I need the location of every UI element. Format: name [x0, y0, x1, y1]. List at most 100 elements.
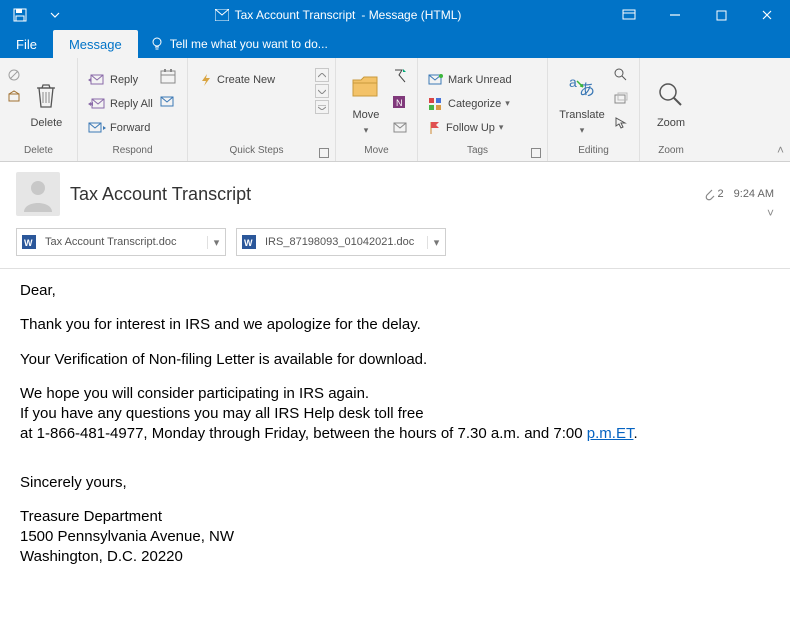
body-sig2: 1500 Pennsylvania Avenue, NW [20, 527, 770, 547]
svg-text:W: W [244, 238, 253, 248]
window-title-type: - Message (HTML) [361, 8, 461, 22]
group-label-editing: Editing [554, 143, 633, 159]
translate-icon: aあ [567, 73, 597, 101]
attachment-item[interactable]: W Tax Account Transcript.doc ▾ [16, 228, 226, 256]
ignore-icon[interactable] [7, 68, 21, 82]
forward-label: Forward [110, 122, 150, 134]
message-time: 9:24 AM [734, 188, 774, 200]
chevron-down-icon [50, 10, 60, 20]
tell-me-label: Tell me what you want to do... [170, 37, 328, 51]
chevron-up-icon [318, 73, 326, 78]
reply-button[interactable]: Reply [84, 68, 157, 92]
body-p3c: at 1-866-481-4977, Monday through Friday… [20, 424, 770, 444]
svg-text:W: W [24, 238, 33, 248]
group-label-quicksteps: Quick Steps [194, 143, 319, 159]
quicksteps-down-button[interactable] [315, 84, 329, 98]
group-label-move: Move [342, 143, 411, 159]
find-icon[interactable] [614, 68, 628, 82]
minimize-icon [669, 9, 681, 21]
tab-file[interactable]: File [0, 30, 53, 58]
quickstep-create-new[interactable]: Create New [194, 68, 306, 92]
chevron-down-icon [318, 89, 326, 94]
maximize-button[interactable] [698, 0, 744, 30]
paperclip-icon [703, 187, 715, 201]
mail-icon [215, 9, 229, 21]
junk-icon[interactable] [7, 90, 21, 104]
forward-button[interactable]: Forward [84, 116, 157, 140]
chevron-down-bar-icon [318, 105, 326, 110]
sender-avatar [16, 172, 60, 216]
minimize-button[interactable] [652, 0, 698, 30]
attachment-count: 2 [718, 188, 724, 200]
reply-all-icon [88, 97, 106, 111]
tags-dialog-launcher[interactable] [531, 148, 541, 158]
body-p2: Your Verification of Non-filing Letter i… [20, 350, 770, 370]
reply-all-button[interactable]: Reply All [84, 92, 157, 116]
collapse-ribbon-button[interactable]: ˄ [777, 143, 784, 157]
svg-text:あ: あ [579, 81, 595, 99]
quicksteps-up-button[interactable] [315, 68, 329, 82]
group-label-respond: Respond [84, 143, 181, 159]
body-sig1: Treasure Department [20, 507, 770, 527]
follow-up-button[interactable]: Follow Up ▾ [424, 116, 541, 140]
save-icon [13, 8, 27, 22]
more-respond-icon[interactable] [160, 94, 176, 110]
expand-header-button[interactable]: ˅ [767, 206, 774, 220]
translate-button[interactable]: aあ Translate ▾ [554, 62, 610, 143]
window-title: Tax Account Transcript - Message (HTML) [70, 8, 606, 22]
quicksteps-more-button[interactable] [315, 100, 329, 114]
flag-icon [428, 121, 442, 135]
categorize-button[interactable]: Categorize ▾ [424, 92, 541, 116]
actions-icon[interactable] [392, 120, 408, 136]
body-p3b: If you have any questions you may all IR… [20, 404, 770, 424]
zoom-label: Zoom [657, 117, 685, 129]
folder-move-icon [351, 74, 381, 100]
group-label-tags: Tags [424, 143, 531, 159]
tell-me-search[interactable]: Tell me what you want to do... [138, 30, 340, 58]
body-link-pmet[interactable]: p.m.ET [587, 425, 634, 442]
attachment-name: IRS_87198093_01042021.doc [261, 236, 427, 248]
quickstep-create-new-label: Create New [217, 74, 275, 86]
close-icon [761, 9, 773, 21]
tab-message[interactable]: Message [53, 30, 138, 58]
lightning-icon [199, 73, 213, 87]
move-button[interactable]: Move ▾ [342, 62, 390, 143]
reply-icon [88, 73, 106, 87]
person-icon [20, 176, 56, 212]
rules-icon[interactable] [392, 68, 408, 84]
word-doc-icon: W [20, 233, 38, 251]
group-label-delete: Delete [6, 143, 71, 159]
translate-caret-icon: ▾ [580, 125, 585, 136]
quicksteps-dialog-launcher[interactable] [319, 148, 329, 158]
attachment-dropdown[interactable]: ▾ [427, 236, 445, 249]
zoom-icon [657, 81, 685, 109]
ribbon-options-icon [622, 9, 636, 21]
mark-unread-button[interactable]: Mark Unread [424, 68, 541, 92]
lightbulb-icon [150, 37, 164, 51]
mark-unread-label: Mark Unread [448, 74, 512, 86]
svg-text:N: N [396, 98, 403, 108]
onenote-icon[interactable]: N [392, 94, 408, 110]
attachment-dropdown[interactable]: ▾ [207, 236, 225, 249]
svg-text:a: a [569, 74, 577, 90]
maximize-icon [716, 10, 727, 21]
close-button[interactable] [744, 0, 790, 30]
body-signoff: Sincerely yours, [20, 473, 770, 493]
delete-label: Delete [30, 117, 62, 129]
select-icon[interactable] [614, 116, 628, 130]
body-sig3: Washington, D.C. 20220 [20, 547, 770, 567]
zoom-button[interactable]: Zoom [646, 62, 696, 143]
move-label: Move [353, 109, 380, 121]
qat-customize-button[interactable] [40, 0, 70, 30]
attachment-item[interactable]: W IRS_87198093_01042021.doc ▾ [236, 228, 446, 256]
reply-all-label: Reply All [110, 98, 153, 110]
related-icon[interactable] [614, 92, 628, 106]
group-label-zoom: Zoom [646, 143, 696, 159]
meeting-icon[interactable] [160, 68, 176, 84]
move-caret-icon: ▾ [364, 125, 369, 136]
word-doc-icon: W [240, 233, 258, 251]
delete-button[interactable]: Delete [22, 62, 71, 143]
ribbon-display-options-button[interactable] [606, 0, 652, 30]
qat-save-button[interactable] [0, 0, 40, 30]
body-p1: Thank you for interest in IRS and we apo… [20, 315, 770, 335]
